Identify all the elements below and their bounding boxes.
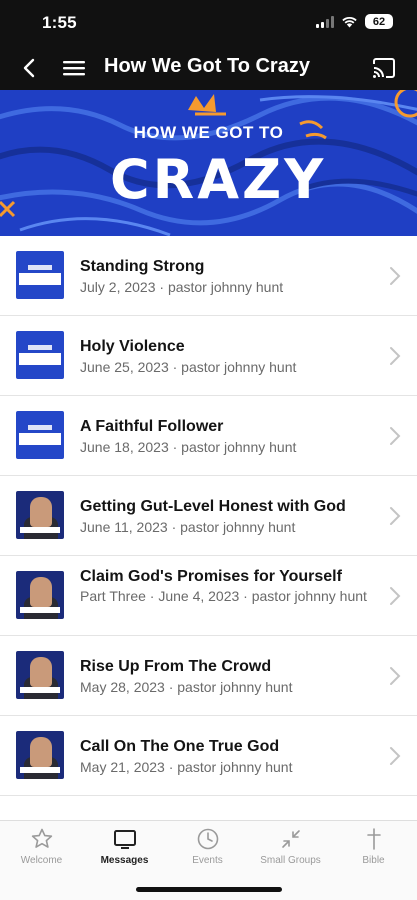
sermon-subtitle: July 2, 2023 · pastor johnny hunt bbox=[80, 279, 284, 295]
sermon-list: Standing Strong July 2, 2023 · pastor jo… bbox=[0, 236, 417, 796]
banner-title-line1: HOW WE GOT TO bbox=[133, 123, 284, 142]
arrows-in-icon bbox=[281, 830, 300, 848]
sermon-title: Standing Strong bbox=[80, 258, 205, 275]
battery-indicator: 62 bbox=[365, 14, 393, 29]
banner-title-line2-wrap: CRAZY bbox=[110, 148, 327, 211]
sermon-title: Claim God's Promises for Yourself bbox=[80, 568, 342, 585]
sermon-thumbnail bbox=[16, 251, 64, 299]
chevron-right-icon bbox=[390, 507, 401, 525]
sermon-thumbnail bbox=[16, 491, 64, 539]
tab-label: Messages bbox=[100, 855, 149, 866]
sermon-row[interactable]: Claim God's Promises for Yourself Part T… bbox=[0, 556, 417, 636]
sermon-thumbnail bbox=[16, 651, 64, 699]
sermon-thumbnail bbox=[16, 571, 64, 619]
sermon-title: Holy Violence bbox=[80, 338, 185, 355]
sermon-title: Rise Up From The Crowd bbox=[80, 658, 272, 675]
cast-icon[interactable] bbox=[371, 56, 397, 80]
tv-icon bbox=[113, 830, 136, 849]
sermon-thumbnail bbox=[16, 731, 64, 779]
tab-messages[interactable]: Messages bbox=[83, 827, 166, 866]
status-bar: 1:55 62 bbox=[0, 0, 417, 46]
sermon-row[interactable]: Rise Up From The Crowd May 28, 2023 · pa… bbox=[0, 636, 417, 716]
wifi-icon bbox=[342, 16, 357, 28]
sermon-title: Call On The One True God bbox=[80, 738, 280, 755]
star-icon bbox=[31, 828, 52, 848]
cross-icon bbox=[366, 828, 381, 850]
sermon-title: A Faithful Follower bbox=[80, 418, 224, 435]
tab-label: Welcome bbox=[20, 855, 63, 866]
series-banner: HOW WE GOT TO CRAZY bbox=[0, 90, 417, 236]
chevron-right-icon bbox=[390, 347, 401, 365]
chevron-right-icon bbox=[390, 587, 401, 605]
sermon-row[interactable]: Holy Violence June 25, 2023 · pastor joh… bbox=[0, 316, 417, 396]
sermon-thumbnail bbox=[16, 331, 64, 379]
status-icons: 62 bbox=[316, 14, 393, 29]
tab-welcome[interactable]: Welcome bbox=[0, 827, 83, 866]
tab-label: Small Groups bbox=[260, 855, 321, 866]
sermon-row[interactable]: A Faithful Follower June 18, 2023 · past… bbox=[0, 396, 417, 476]
chevron-right-icon bbox=[390, 747, 401, 765]
sermon-row[interactable]: Call On The One True God May 21, 2023 · … bbox=[0, 716, 417, 796]
tab-bible[interactable]: Bible bbox=[332, 827, 415, 866]
sermon-subtitle: May 28, 2023 · pastor johnny hunt bbox=[80, 679, 293, 695]
chevron-right-icon bbox=[390, 267, 401, 285]
home-indicator[interactable] bbox=[136, 887, 282, 892]
sermon-subtitle: June 25, 2023 · pastor johnny hunt bbox=[80, 359, 297, 375]
nav-bar: How We Got To Crazy bbox=[0, 46, 417, 90]
page-title: How We Got To Crazy bbox=[104, 55, 310, 77]
tab-label: Bible bbox=[362, 855, 385, 866]
chevron-right-icon bbox=[390, 427, 401, 445]
tab-small-groups[interactable]: Small Groups bbox=[249, 827, 332, 866]
cellular-signal-icon bbox=[316, 15, 334, 28]
chevron-right-icon bbox=[390, 667, 401, 685]
sermon-subtitle: June 18, 2023 · pastor johnny hunt bbox=[80, 439, 297, 455]
clock-icon bbox=[197, 828, 218, 850]
status-time: 1:55 bbox=[42, 13, 77, 32]
sermon-subtitle: Part Three · June 4, 2023 · pastor johnn… bbox=[80, 588, 367, 604]
sermon-row[interactable]: Getting Gut-Level Honest with God June 1… bbox=[0, 476, 417, 556]
back-chevron-icon[interactable] bbox=[18, 56, 42, 80]
hamburger-menu-icon[interactable] bbox=[62, 58, 86, 78]
tab-label: Events bbox=[192, 855, 223, 866]
sermon-thumbnail bbox=[16, 411, 64, 459]
sermon-title: Getting Gut-Level Honest with God bbox=[80, 498, 346, 515]
sermon-subtitle: May 21, 2023 · pastor johnny hunt bbox=[80, 759, 293, 775]
sermon-subtitle: June 11, 2023 · pastor johnny hunt bbox=[80, 519, 296, 535]
tab-events[interactable]: Events bbox=[166, 827, 249, 866]
banner-title-line2: CRAZY bbox=[110, 148, 327, 211]
sermon-row[interactable]: Standing Strong July 2, 2023 · pastor jo… bbox=[0, 236, 417, 316]
